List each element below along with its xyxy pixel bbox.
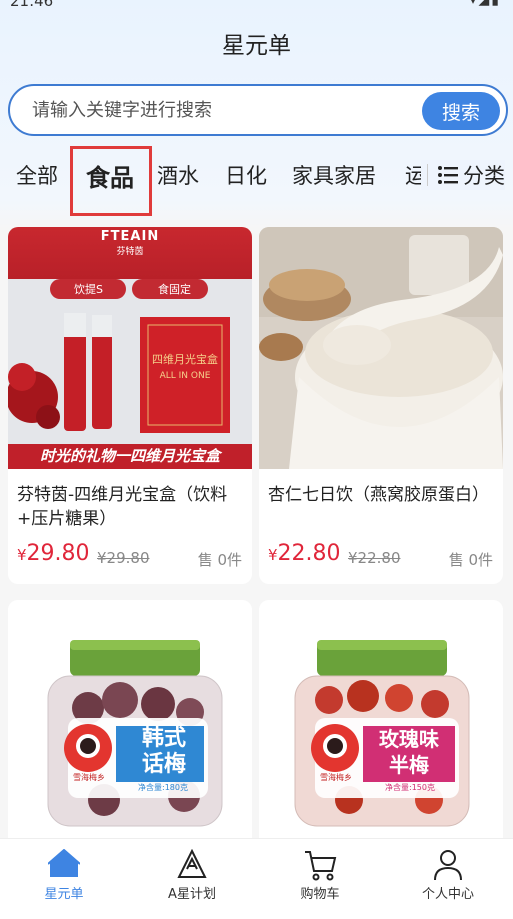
- sold-count: 售 0件: [197, 551, 242, 569]
- tab-daily-chemicals[interactable]: 日化: [225, 160, 267, 190]
- product-image: FTEAIN 芬特茵 饮提S 食固定 四维月光宝盒 ALL IN ONE 时光的…: [8, 227, 252, 469]
- tab-home[interactable]: 星元单: [0, 839, 128, 919]
- original-price: ¥22.80: [348, 549, 401, 567]
- image-banner: 时光的礼物一四维月光宝盒: [39, 447, 220, 465]
- cart-icon: [305, 851, 337, 881]
- list-icon: [438, 166, 458, 184]
- jar-weight: 净含量:180克: [138, 783, 188, 792]
- a-star-icon: [177, 849, 207, 878]
- price-row: ¥22.80 ¥22.80 售 0件: [259, 533, 503, 583]
- tag-improve: 饮提S: [74, 283, 103, 296]
- price-row: ¥29.80 ¥29.80 售 0件: [8, 533, 252, 583]
- tab-home-label: 星元单: [44, 887, 84, 902]
- tab-a-star-plan-label: A星计划: [168, 887, 216, 902]
- status-time: 21:46: [10, 0, 54, 10]
- status-icons: ▾◢▮: [469, 0, 501, 8]
- tab-cart[interactable]: 购物车: [256, 839, 384, 919]
- home-icon: [48, 849, 80, 877]
- product-price: ¥22.80: [268, 541, 341, 566]
- classify-label: 分类: [463, 164, 505, 188]
- classify-button[interactable]: 分类: [421, 160, 505, 190]
- category-tabs: 全部 食品 酒水 日化 家具家居 运 分类: [0, 146, 513, 216]
- product-card[interactable]: 杏仁七日饮（燕窝胶原蛋白） ¥22.80 ¥22.80 售 0件: [259, 227, 503, 584]
- box-label: 四维月光宝盒: [152, 353, 218, 366]
- product-price: ¥29.80: [17, 541, 90, 566]
- user-icon: [434, 850, 462, 881]
- product-card[interactable]: FTEAIN 芬特茵 饮提S 食固定 四维月光宝盒 ALL IN ONE 时光的…: [8, 227, 252, 584]
- product-image: [259, 227, 503, 469]
- product-title: 杏仁七日饮（燕窝胶原蛋白）: [268, 485, 489, 505]
- tab-all[interactable]: 全部: [16, 160, 58, 190]
- search-button[interactable]: 搜索: [422, 92, 500, 130]
- bottom-tab-bar: 星元单 A星计划 购物车 个人中心: [0, 838, 513, 919]
- product-title: 芬特茵-四维月光宝盒（饮料+压片糖果）: [17, 485, 228, 529]
- tab-profile[interactable]: 个人中心: [384, 839, 512, 919]
- original-price: ¥29.80: [97, 549, 150, 567]
- search-input[interactable]: [32, 96, 412, 124]
- tag-regular: 食固定: [158, 283, 191, 296]
- tab-food[interactable]: 食品: [86, 158, 134, 193]
- sold-count: 售 0件: [448, 551, 493, 569]
- page-title: 星元单: [222, 33, 291, 59]
- brand-logo: FTEAIN: [100, 229, 160, 244]
- product-image: 玫瑰味 半梅 雪海梅乡 净含量:150克: [259, 600, 503, 838]
- brand-cn: 芬特茵: [116, 247, 144, 257]
- product-card[interactable]: 韩式 话梅 雪海梅乡 净含量:180克: [8, 600, 252, 838]
- product-card[interactable]: 玫瑰味 半梅 雪海梅乡 净含量:150克: [259, 600, 503, 838]
- status-bar: 21:46 ▾◢▮: [0, 0, 513, 14]
- tab-cart-label: 购物车: [300, 887, 340, 902]
- jar-brand: 雪海梅乡: [73, 773, 105, 782]
- jar-brand: 雪海梅乡: [320, 773, 352, 782]
- jar-label: 玫瑰味 半梅: [379, 727, 439, 777]
- box-sub-label: ALL IN ONE: [159, 371, 211, 381]
- tab-profile-label: 个人中心: [421, 887, 474, 902]
- jar-label: 韩式 话梅: [141, 726, 186, 777]
- tab-a-star-plan[interactable]: A星计划: [128, 839, 256, 919]
- jar-weight: 净含量:150克: [385, 783, 435, 792]
- search-bar: 搜索: [8, 84, 508, 136]
- tab-furniture[interactable]: 家具家居: [292, 160, 376, 190]
- product-image: 韩式 话梅 雪海梅乡 净含量:180克: [8, 600, 252, 838]
- tab-drinks[interactable]: 酒水: [157, 160, 199, 190]
